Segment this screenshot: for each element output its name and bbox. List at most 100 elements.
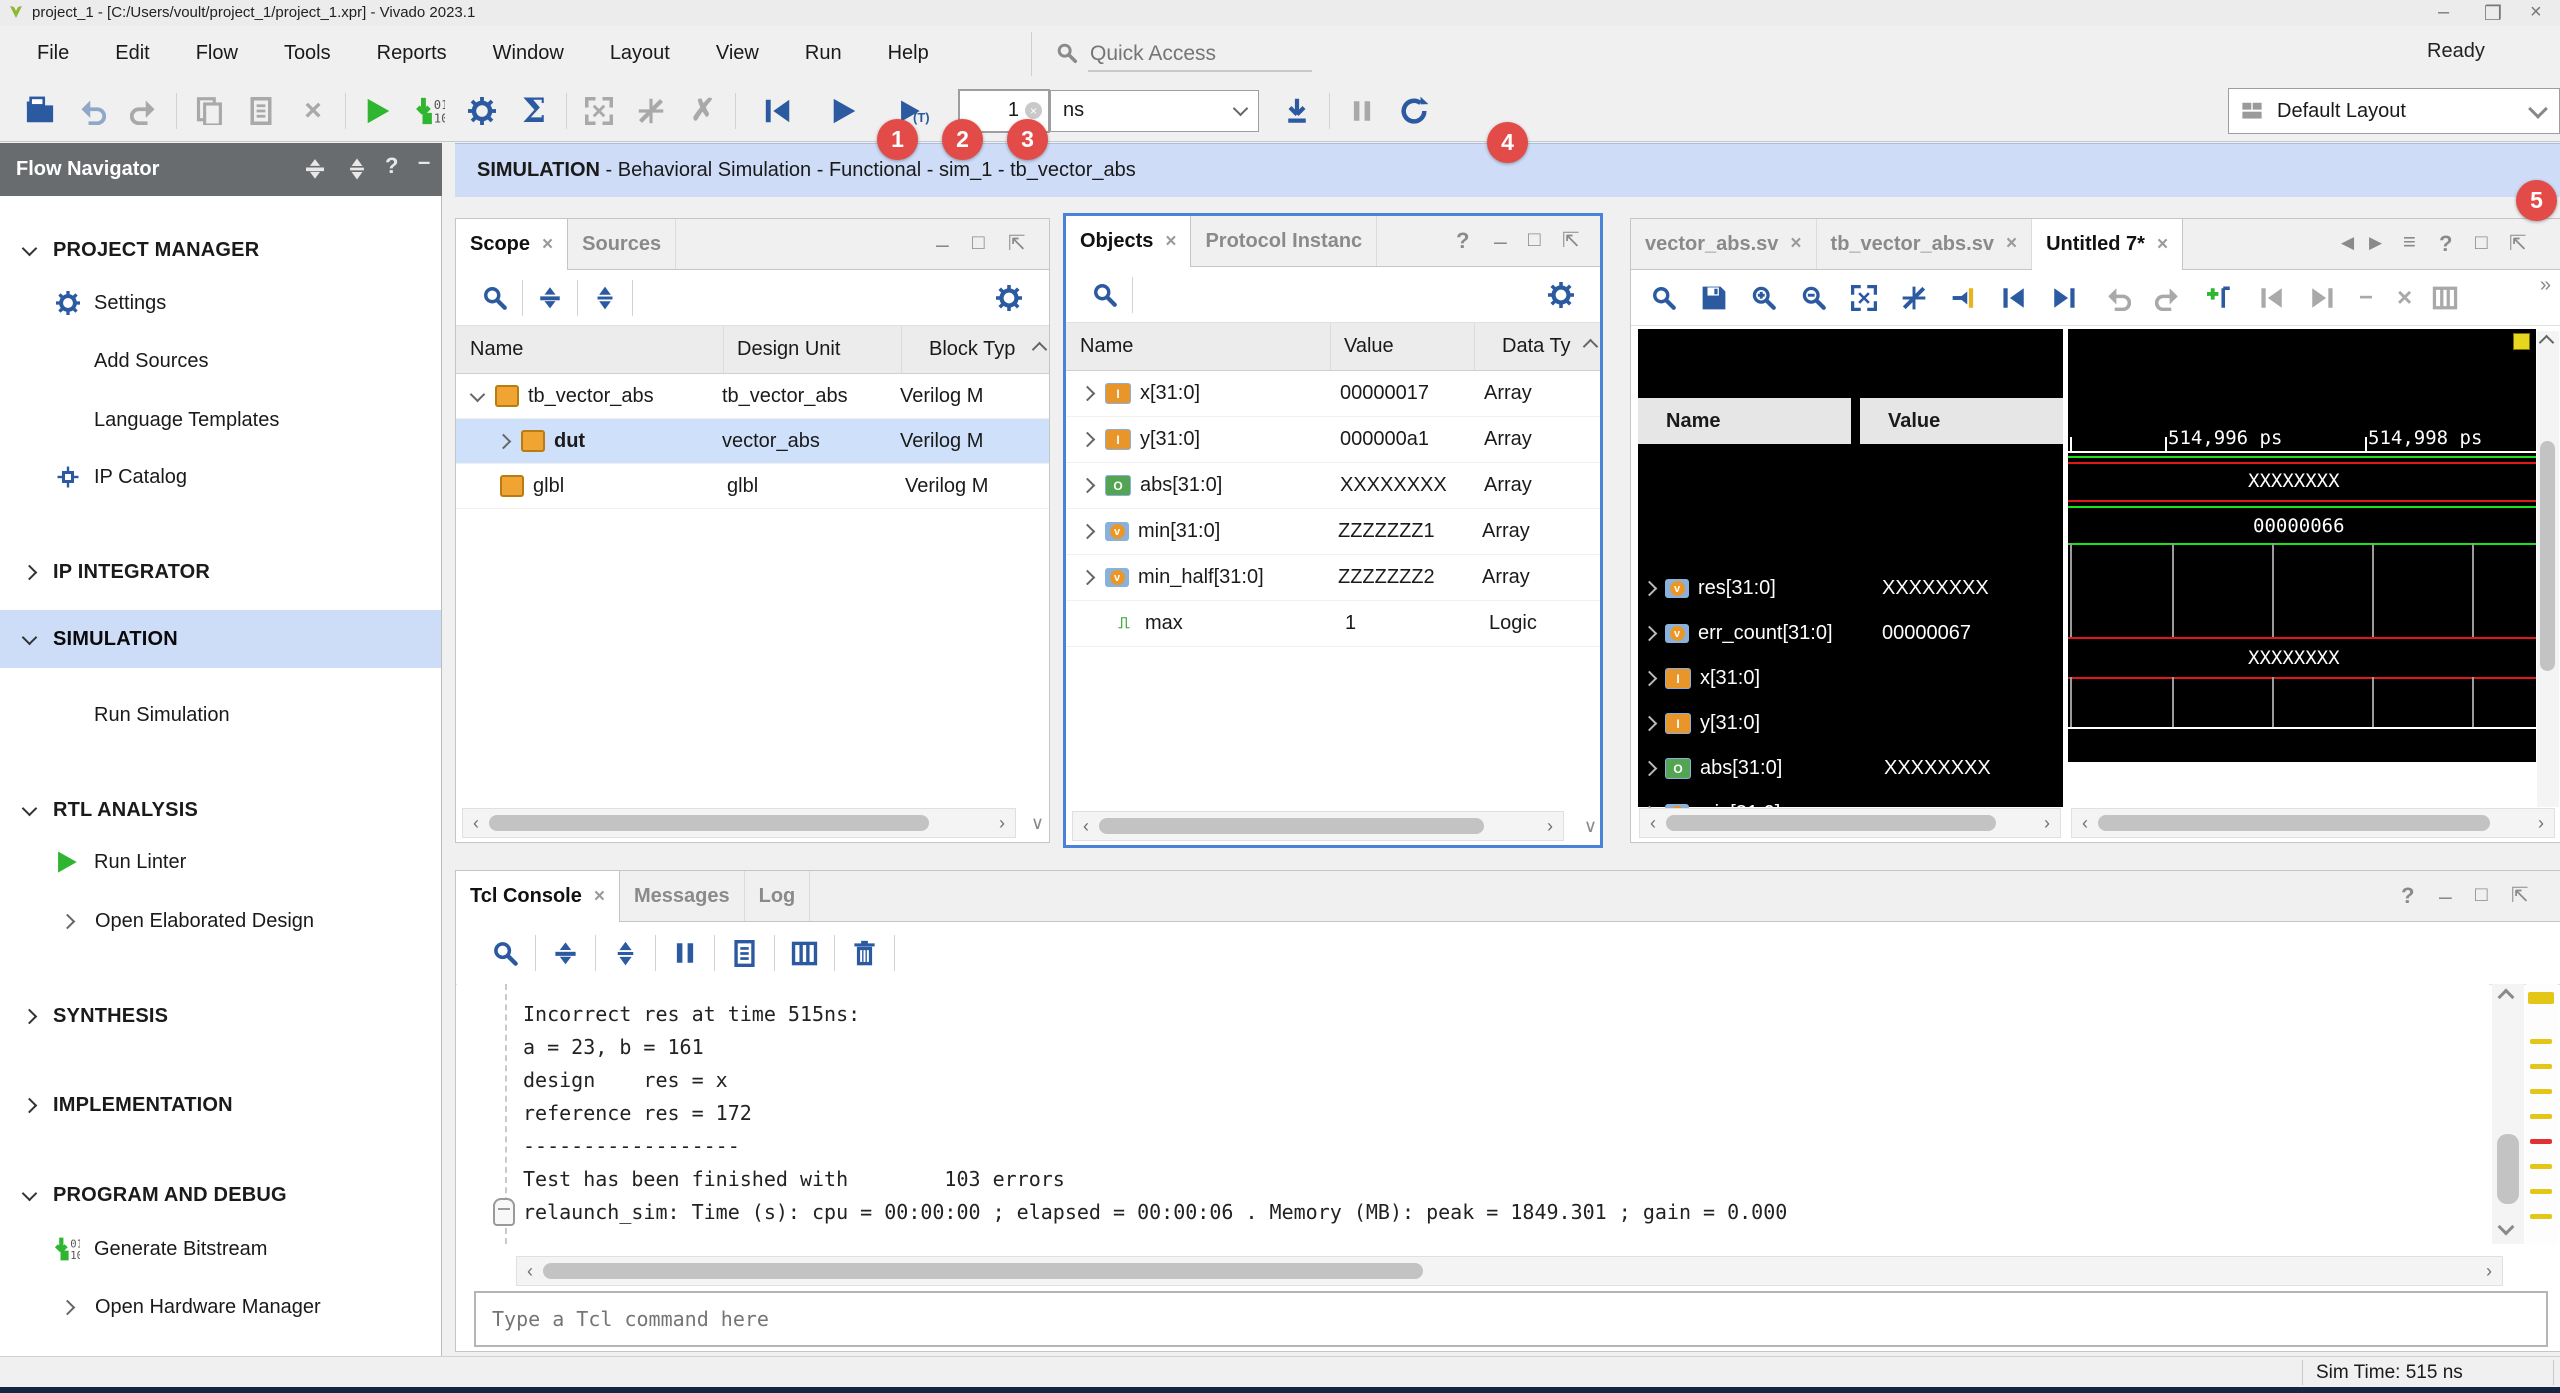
float-panel-icon[interactable]: ⇱ (1562, 228, 1580, 253)
scroll-right-icon[interactable]: › (1537, 816, 1563, 837)
scope-hscrollbar[interactable]: ‹ › (462, 808, 1016, 838)
col-block-type[interactable]: Block Typ (915, 338, 1039, 361)
menu-file[interactable]: File (14, 26, 92, 80)
swap-after-icon[interactable] (2155, 285, 2181, 311)
maximize-panel-icon[interactable]: □ (1528, 228, 1541, 252)
scroll-right-icon[interactable]: › (2034, 813, 2060, 834)
close-tab-icon[interactable]: × (2006, 233, 2017, 255)
add-marker-icon[interactable] (2207, 285, 2233, 311)
nav-item-settings[interactable]: Settings (0, 277, 441, 329)
scroll-thumb[interactable] (1099, 818, 1484, 834)
scroll-up-icon[interactable] (2500, 990, 2512, 1008)
scroll-up-icon[interactable] (1585, 335, 1596, 358)
warning-marker[interactable] (2530, 1039, 2552, 1044)
collapse-all-icon[interactable] (537, 285, 563, 311)
go-to-time-icon[interactable] (1951, 285, 1977, 311)
scroll-left-icon[interactable]: ‹ (1073, 816, 1099, 837)
scroll-down-icon[interactable]: ∨ (1031, 813, 1044, 834)
previous-transition-icon[interactable] (2001, 285, 2027, 311)
chevron-right-icon[interactable] (496, 433, 512, 449)
maximize-window-icon[interactable]: ❒ (2478, 1, 2508, 26)
redo-button[interactable] (118, 89, 170, 133)
wave-col-name[interactable]: Name (1638, 398, 1861, 444)
maximize-panel-icon[interactable]: □ (972, 231, 985, 255)
wave-row[interactable]: v res[31:0] XXXXXXXX (1644, 566, 2063, 611)
warning-marker[interactable] (2530, 1164, 2552, 1169)
warning-marker[interactable] (2530, 1114, 2552, 1119)
chevron-right-icon[interactable] (1080, 570, 1096, 586)
objects-hscrollbar[interactable]: ‹ › (1072, 811, 1564, 841)
menu-run[interactable]: Run (782, 26, 865, 80)
wave-row[interactable]: I x[31:0] (1644, 656, 2063, 701)
chevron-down-icon[interactable] (470, 387, 486, 403)
scroll-thumb[interactable] (1666, 815, 1996, 831)
minimize-panel-icon[interactable]: – (418, 149, 430, 175)
float-panel-icon[interactable]: ⇱ (2509, 231, 2527, 256)
save-icon[interactable] (1701, 285, 1727, 311)
scroll-thumb[interactable] (2540, 441, 2555, 671)
close-tab-icon[interactable]: × (594, 886, 605, 908)
float-panel-icon[interactable]: ⇱ (1008, 231, 1026, 256)
sim-step-button[interactable] (1271, 89, 1323, 133)
tcl-hscrollbar[interactable]: ‹ › (516, 1256, 2503, 1286)
wave-row[interactable]: v err_count[31:0] 00000067 (1644, 611, 2063, 656)
chevron-right-icon[interactable] (1642, 626, 1658, 642)
error-marker[interactable] (2530, 1139, 2552, 1144)
delete-button[interactable]: × (287, 89, 339, 133)
help-icon[interactable]: ? (2401, 883, 2414, 909)
span-markers-icon[interactable] (2432, 285, 2458, 311)
nav-section-synthesis[interactable]: SYNTHESIS (0, 990, 441, 1042)
scope-row-dut[interactable]: dut vector_abs Verilog M (456, 419, 1049, 464)
col-design-unit[interactable]: Design Unit (723, 338, 915, 361)
tab-scroll-left-icon[interactable]: ◀ (2341, 233, 2354, 253)
clear-time-icon[interactable]: × (1025, 102, 1042, 119)
chevron-right-icon[interactable] (1080, 386, 1096, 402)
nav-section-implementation[interactable]: IMPLEMENTATION (0, 1079, 441, 1131)
nav-item-run-linter[interactable]: Run Linter (0, 836, 441, 888)
scroll-down-icon[interactable] (2500, 1220, 2512, 1238)
tab-sources[interactable]: Sources (568, 219, 676, 269)
object-row-y[interactable]: I y[31:0] 000000a1 Array (1066, 417, 1600, 463)
maximize-panel-icon[interactable]: □ (2475, 883, 2488, 907)
menu-help[interactable]: Help (865, 26, 952, 80)
minimize-window-icon[interactable]: – (2432, 1, 2455, 24)
chevron-right-icon[interactable] (1642, 761, 1658, 777)
float-panel-icon[interactable]: ⇱ (2511, 883, 2529, 908)
warning-marker[interactable] (2528, 992, 2554, 1004)
tcl-output[interactable]: Incorrect res at time 515ns: a = 23, b =… (457, 984, 2489, 1244)
col-data-type[interactable]: Data Ty (1488, 335, 1592, 358)
chevron-right-icon[interactable] (1642, 581, 1658, 597)
scroll-right-icon[interactable]: › (989, 813, 1015, 834)
menu-edit[interactable]: Edit (92, 26, 172, 80)
search-icon[interactable] (492, 940, 519, 967)
warning-marker[interactable] (2530, 1214, 2552, 1219)
nav-item-generate-bitstream[interactable]: Generate Bitstream (0, 1223, 441, 1275)
tab-scroll-right-icon[interactable]: ▶ (2369, 233, 2382, 253)
settings-gear-button[interactable] (456, 89, 508, 133)
tab-log[interactable]: Log (745, 871, 811, 921)
synthesize-disabled-button[interactable] (625, 89, 677, 133)
expand-all-icon[interactable] (345, 157, 369, 181)
close-tab-icon[interactable]: × (542, 234, 553, 256)
scroll-thumb[interactable] (489, 815, 929, 831)
undo-button[interactable] (66, 89, 118, 133)
scroll-left-icon[interactable]: ‹ (2072, 813, 2098, 834)
wave-marker-flag[interactable] (2513, 333, 2530, 350)
nav-section-simulation[interactable]: SIMULATION (0, 610, 441, 668)
wave-names-hscrollbar[interactable]: ‹ › (1639, 808, 2061, 838)
sim-restart-button[interactable] (752, 89, 804, 133)
menu-window[interactable]: Window (470, 26, 587, 80)
chevron-right-icon[interactable] (1642, 716, 1658, 732)
chevron-right-icon[interactable] (1080, 432, 1096, 448)
warning-marker[interactable] (2530, 1064, 2552, 1069)
warning-marker[interactable] (2530, 1089, 2552, 1094)
warning-marker[interactable] (2530, 1189, 2552, 1194)
tcl-command-input[interactable] (490, 1306, 2532, 1332)
wave-row[interactable]: I y[31:0] (1644, 701, 2063, 746)
nav-item-language-templates[interactable]: Language Templates (0, 394, 441, 446)
elaborate-disabled-button[interactable] (573, 89, 625, 133)
next-marker-icon[interactable] (2309, 285, 2335, 311)
collapse-all-icon[interactable] (552, 940, 579, 967)
object-row-x[interactable]: I x[31:0] 00000017 Array (1066, 371, 1600, 417)
nav-item-run-simulation[interactable]: Run Simulation (0, 689, 441, 741)
